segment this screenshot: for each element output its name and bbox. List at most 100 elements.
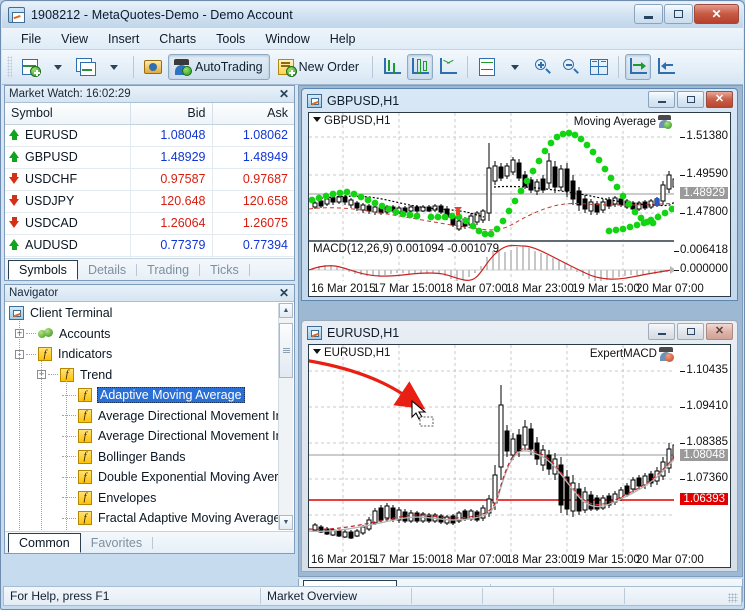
- tree-item-adaptive-moving-average[interactable]: f Adaptive Moving Average: [5, 385, 278, 406]
- chart-icon: [307, 325, 322, 340]
- tree-item-label: Trend: [80, 367, 113, 382]
- chart-maximize-button[interactable]: [677, 323, 704, 340]
- chart-maximize-button[interactable]: [677, 91, 704, 108]
- list-item[interactable]: f Double Exponential Moving Aver: [5, 467, 278, 488]
- table-row[interactable]: GBPUSD 1.48929 1.48949: [5, 146, 294, 169]
- title-bar: 1908212 - MetaQuotes-Demo - Demo Account…: [2, 2, 743, 28]
- chart-minimize-button[interactable]: [648, 323, 675, 340]
- toolbar-grip[interactable]: [7, 56, 12, 78]
- tree-item-client-terminal[interactable]: Client Terminal: [5, 303, 278, 324]
- menu-item-insert[interactable]: Insert: [99, 30, 148, 48]
- chart-window-eurusd[interactable]: EURUSD,H1 ✕ EURUSD,H1 ExpertMACD 1.10435…: [301, 320, 738, 572]
- column-header-symbol[interactable]: Symbol: [5, 103, 131, 125]
- table-row[interactable]: AUDUSD 0.77379 0.77394: [5, 234, 294, 257]
- zoom-out-button[interactable]: [558, 54, 584, 80]
- new-chart-button[interactable]: [17, 54, 43, 80]
- list-item[interactable]: f Bollinger Bands: [5, 447, 278, 468]
- scroll-up-button[interactable]: ▲: [279, 303, 293, 318]
- table-row[interactable]: EURUSD 1.08048 1.08062: [5, 124, 294, 147]
- indicators-dropdown[interactable]: [502, 54, 528, 80]
- candlestick-chart-icon: [410, 58, 430, 76]
- status-help-text: For Help, press F1: [10, 589, 110, 603]
- tab-common[interactable]: Common: [8, 533, 81, 553]
- tree-guide: [62, 394, 76, 396]
- gbpusd-chart-canvas[interactable]: GBPUSD,H1 Moving Average 1.51380 1.49590…: [308, 112, 731, 297]
- new-chart-icon: [20, 58, 41, 77]
- menu-item-file[interactable]: File: [12, 30, 50, 48]
- symbol-cell: USDCAD: [5, 212, 131, 235]
- tile-windows-button[interactable]: [586, 54, 612, 80]
- menu-item-charts[interactable]: Charts: [150, 30, 205, 48]
- chart-minimize-button[interactable]: [648, 91, 675, 108]
- menu-item-tools[interactable]: Tools: [207, 30, 254, 48]
- tab-ticks[interactable]: Ticks: [200, 260, 249, 280]
- fx-icon: f: [78, 490, 92, 505]
- column-header-bid[interactable]: Bid: [130, 103, 213, 125]
- accounts-icon: [38, 327, 54, 341]
- tab-trading[interactable]: Trading: [137, 260, 199, 280]
- price-tick: 1.49590: [680, 168, 728, 180]
- candlestick-chart-button[interactable]: [407, 54, 434, 80]
- chart-close-button[interactable]: ✕: [706, 91, 733, 108]
- tree-guide: [62, 476, 76, 478]
- maximize-button[interactable]: [664, 4, 693, 24]
- menu-item-help[interactable]: Help: [321, 30, 365, 48]
- tab-details[interactable]: Details: [78, 260, 136, 280]
- profiles-dropdown[interactable]: [101, 54, 127, 80]
- toolbar-separator: [133, 56, 134, 78]
- tree-guide: [26, 333, 36, 335]
- scrollbar-thumb[interactable]: [279, 323, 293, 378]
- minimize-button[interactable]: [634, 4, 663, 24]
- macd-tick: 0.006418: [674, 244, 728, 256]
- maximize-icon: [686, 96, 695, 103]
- list-item[interactable]: f Ichimoku Kinko Hyo: [5, 529, 278, 531]
- menu-item-window[interactable]: Window: [256, 30, 318, 48]
- status-cell-5: [554, 588, 624, 604]
- bar-chart-button[interactable]: [379, 54, 405, 80]
- work-area: Market Watch: 16:02:29 ✕ Symbol Bid Ask …: [2, 85, 745, 602]
- indicators-button[interactable]: [474, 54, 500, 80]
- tab-symbols[interactable]: Symbols: [8, 260, 78, 280]
- auto-scroll-button[interactable]: [625, 54, 652, 80]
- list-item[interactable]: f Envelopes: [5, 488, 278, 509]
- gbpusd-price-axis: 1.51380 1.49590 1.47800 1.48929 0.006418…: [670, 113, 730, 296]
- market-book-button[interactable]: [140, 54, 166, 80]
- zoom-in-button[interactable]: [530, 54, 556, 80]
- line-chart-button[interactable]: [435, 54, 461, 80]
- scroll-down-button[interactable]: ▼: [279, 515, 293, 530]
- chart-window-titlebar: GBPUSD,H1 ✕: [303, 90, 736, 111]
- new-order-button[interactable]: New Order: [272, 54, 366, 80]
- market-watch-title: Market Watch: 16:02:29: [9, 88, 131, 100]
- chart-close-button[interactable]: ✕: [706, 323, 733, 340]
- table-row[interactable]: USDCHF 0.97587 0.97687: [5, 168, 294, 191]
- chart-window-gbpusd[interactable]: GBPUSD,H1 ✕ GBPUSD,H1 Moving Average 1.5…: [301, 88, 738, 301]
- new-chart-dropdown[interactable]: [45, 54, 71, 80]
- list-item[interactable]: f Average Directional Movement In: [5, 406, 278, 427]
- tree-item-label: Accounts: [59, 326, 111, 341]
- resize-grip-icon[interactable]: [728, 593, 738, 603]
- list-item[interactable]: f Fractal Adaptive Moving Average: [5, 508, 278, 529]
- market-watch-close-icon[interactable]: ✕: [279, 87, 289, 102]
- column-header-ask[interactable]: Ask: [212, 103, 294, 125]
- menu-item-view[interactable]: View: [52, 30, 97, 48]
- tree-item-trend[interactable]: + f Trend: [5, 365, 278, 386]
- tree-item-indicators[interactable]: - f Indicators: [5, 344, 278, 365]
- fx-icon: f: [78, 408, 92, 423]
- ask-cell: 0.77394: [212, 234, 294, 257]
- autotrading-button[interactable]: AutoTrading: [168, 54, 270, 80]
- close-button[interactable]: ✕: [694, 4, 739, 24]
- eurusd-chart-canvas[interactable]: EURUSD,H1 ExpertMACD 1.10435 1.09410 1.0…: [308, 344, 731, 568]
- tree-item-accounts[interactable]: + Accounts: [5, 324, 278, 345]
- navigator-close-icon[interactable]: ✕: [279, 286, 289, 301]
- chart-shift-button[interactable]: [653, 54, 679, 80]
- main-toolbar: AutoTrading New Order: [2, 50, 743, 85]
- tree-guide: [26, 353, 36, 355]
- table-row[interactable]: USDCAD 1.26064 1.26075: [5, 212, 294, 235]
- profiles-button[interactable]: [73, 54, 99, 80]
- arrow-up-icon: [9, 238, 20, 250]
- navigator-scrollbar[interactable]: ▲ ▼: [278, 303, 293, 530]
- tab-favorites[interactable]: Favorites: [81, 533, 152, 553]
- symbol-cell: USDCHF: [5, 168, 131, 191]
- table-row[interactable]: USDJPY 120.648 120.658: [5, 190, 294, 213]
- list-item[interactable]: f Average Directional Movement In: [5, 426, 278, 447]
